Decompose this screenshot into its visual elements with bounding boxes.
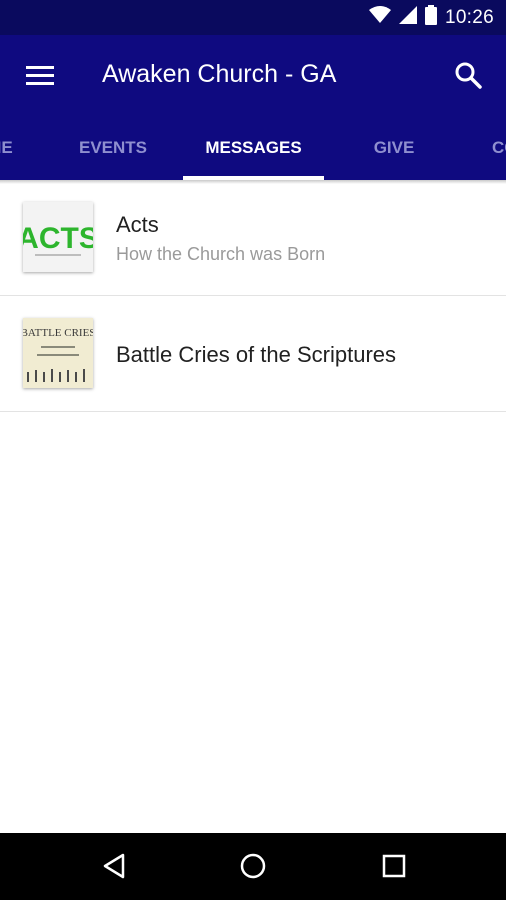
- back-button[interactable]: [94, 846, 134, 886]
- home-icon: [240, 853, 266, 879]
- status-bar: 10:26: [0, 0, 506, 35]
- recents-button[interactable]: [374, 846, 414, 886]
- home-button[interactable]: [233, 846, 273, 886]
- recents-icon: [382, 854, 406, 878]
- search-button[interactable]: [450, 57, 486, 93]
- battle-cries-thumbnail: BATTLE CRIES: [23, 318, 93, 388]
- signal-icon: [398, 6, 417, 29]
- message-title: Battle Cries of the Scriptures: [116, 342, 397, 367]
- system-nav-bar: [0, 833, 506, 900]
- status-time: 10:26: [444, 6, 494, 28]
- message-subtitle: How the Church was Born: [116, 244, 326, 264]
- tab-messages[interactable]: MESSAGES: [183, 115, 324, 180]
- list-item-acts[interactable]: ACTS Acts How the Church was Born: [0, 180, 506, 296]
- menu-button[interactable]: [22, 57, 58, 93]
- message-title: Acts: [116, 212, 159, 237]
- search-icon: [455, 62, 482, 89]
- menu-icon: [26, 66, 54, 85]
- wifi-icon: [368, 6, 391, 29]
- acts-thumb-text: ACTS: [23, 222, 93, 255]
- battle-cries-thumb-text: BATTLE CRIES: [23, 327, 93, 339]
- app-title: Awaken Church - GA: [102, 60, 337, 88]
- battery-icon: [424, 5, 437, 30]
- app-bar: Awaken Church - GA: [0, 35, 506, 115]
- tab-connect[interactable]: CO: [464, 115, 506, 180]
- list-item-battle-cries[interactable]: BATTLE CRIES Battle Cries of the Scriptu…: [0, 296, 506, 412]
- back-icon: [103, 853, 125, 879]
- status-icons: 10:26: [368, 0, 494, 35]
- tab-bar: ME EVENTS MESSAGES GIVE CO: [0, 115, 506, 180]
- acts-thumbnail: ACTS: [23, 202, 93, 272]
- tab-events[interactable]: EVENTS: [43, 115, 183, 180]
- tab-give[interactable]: GIVE: [324, 115, 464, 180]
- messages-list: ACTS Acts How the Church was Born BATTLE…: [0, 180, 506, 412]
